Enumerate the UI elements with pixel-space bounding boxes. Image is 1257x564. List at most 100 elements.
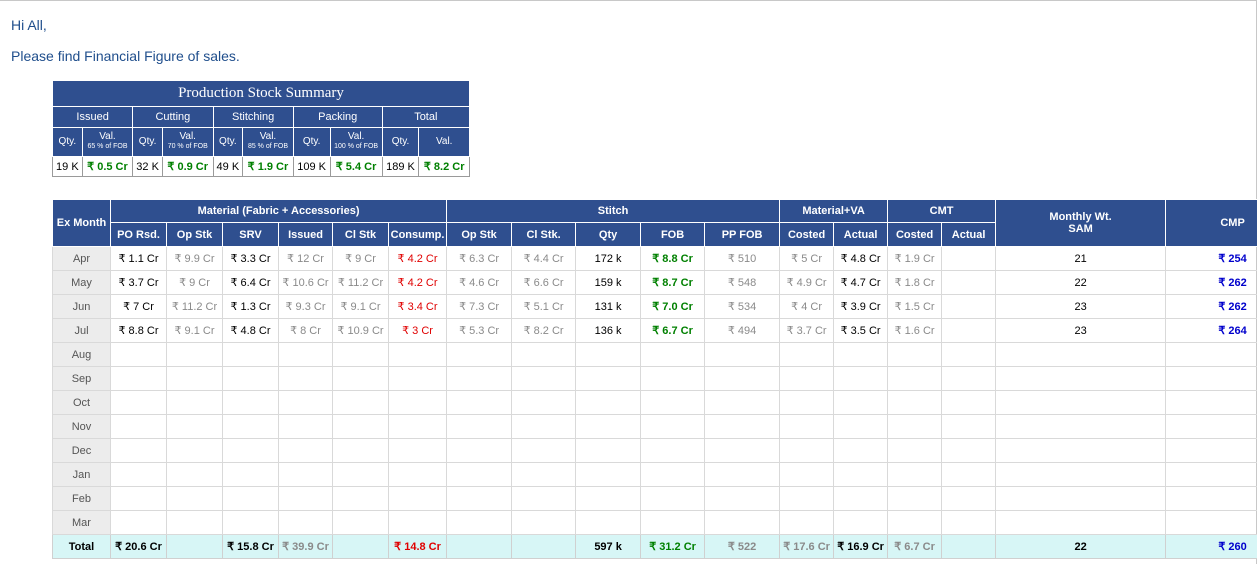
table-cell [575,414,642,439]
summary-group-cutting: Cutting [132,106,214,128]
table-cell: ₹ 264 [1165,318,1257,343]
table-cell: ₹ 4.7 Cr [833,270,889,295]
table-cell [511,342,577,367]
table-cell [387,510,448,535]
monthly-sam-header: Monthly Wt. SAM [995,199,1167,247]
table-cell: ₹ 15.8 Cr [222,534,279,559]
table-cell [446,486,513,511]
table-cell [1165,342,1257,367]
table-cell: ₹ 6.7 Cr [887,534,943,559]
table-cell: ₹ 4.2 Cr [387,246,448,271]
table-cell [166,438,223,463]
table-cell: ₹ 7 Cr [110,294,167,319]
cmp-header: CMP [1165,199,1257,247]
table-cell: ₹ 7.0 Cr [640,294,706,319]
table-cell [222,486,279,511]
table-cell [995,414,1167,439]
summary-cutting-val: ₹ 0.9 Cr [161,156,214,177]
month-cell: Feb [52,486,111,511]
table-cell: ₹ 5.3 Cr [446,318,513,343]
table-cell [387,486,448,511]
table-cell [511,510,577,535]
table-cell [446,462,513,487]
table-cell [941,246,997,271]
table-cell [278,390,333,415]
table-cell [511,486,577,511]
table-cell: ₹ 11.2 Cr [332,270,389,295]
table-cell: 23 [995,318,1167,343]
table-cell: ₹ 522 [704,534,781,559]
table-cell: ₹ 11.2 Cr [166,294,223,319]
month-cell: Aug [52,342,111,367]
total-label: Total [52,534,111,559]
sub-header: Issued [278,222,333,247]
table-cell: ₹ 4.8 Cr [833,246,889,271]
month-cell: Oct [52,390,111,415]
table-cell [1165,366,1257,391]
table-cell [941,366,997,391]
table-cell [575,342,642,367]
table-cell: 597 k [575,534,642,559]
summary-cutting-qty: 32 K [132,156,163,177]
table-cell [332,534,389,559]
table-cell [511,414,577,439]
table-cell [222,342,279,367]
table-cell [995,462,1167,487]
table-cell [387,438,448,463]
month-cell: Apr [52,246,111,271]
table-cell [110,486,167,511]
table-row: Aug [52,342,1257,367]
table-cell [887,342,943,367]
summary-val-header: Val. [418,127,470,157]
table-row: Sep [52,366,1257,391]
table-cell: ₹ 7.3 Cr [446,294,513,319]
sub-header: Cl Stk [332,222,389,247]
table-cell [166,414,223,439]
table-cell [332,390,389,415]
table-cell [779,486,835,511]
table-cell [511,390,577,415]
table-cell [166,486,223,511]
table-cell [640,342,706,367]
table-cell [640,390,706,415]
table-cell [1165,462,1257,487]
table-cell: ₹ 4.6 Cr [446,270,513,295]
value-text: ₹ 0.9 Cr [167,161,209,173]
table-cell [332,486,389,511]
table-cell [887,510,943,535]
table-cell [941,414,997,439]
table-cell [222,414,279,439]
summary-group-stitching: Stitching [212,106,294,128]
sub-header: Op Stk [166,222,223,247]
table-cell [446,510,513,535]
table-cell [640,510,706,535]
sub-header: Costed [779,222,835,247]
table-cell: ₹ 9.1 Cr [166,318,223,343]
table-cell [222,462,279,487]
value-text: ₹ 1.9 Cr [247,161,289,173]
table-cell: ₹ 8.8 Cr [640,246,706,271]
table-cell [640,366,706,391]
table-cell [887,414,943,439]
table-cell [704,342,781,367]
material-va-header: Material+VA [779,199,889,223]
table-row: Apr ₹ 1.1 Cr ₹ 9.9 Cr ₹ 3.3 Cr ₹ 12 Cr ₹ 9 Cr… [52,246,1257,271]
sub-header: Op Stk [446,222,513,247]
table-cell [332,414,389,439]
month-cell: Dec [52,438,111,463]
table-cell: 22 [995,534,1167,559]
table-cell: ₹ 534 [704,294,781,319]
table-cell: 159 k [575,270,642,295]
table-cell [278,438,333,463]
table-body: Apr ₹ 1.1 Cr ₹ 9.9 Cr ₹ 3.3 Cr ₹ 12 Cr ₹ 9 Cr… [52,246,1257,559]
month-cell: Jul [52,318,111,343]
table-cell: ₹ 8.2 Cr [511,318,577,343]
summary-qty-header: Qty. [292,127,331,157]
table-cell [387,366,448,391]
summary-qty-header: Qty. [212,127,244,157]
summary-val-header: Val. 70 % of FOB [161,127,214,157]
table-cell: ₹ 6.3 Cr [446,246,513,271]
table-cell [779,366,835,391]
table-cell [1165,438,1257,463]
value-text: ₹ 8.2 Cr [423,161,465,173]
